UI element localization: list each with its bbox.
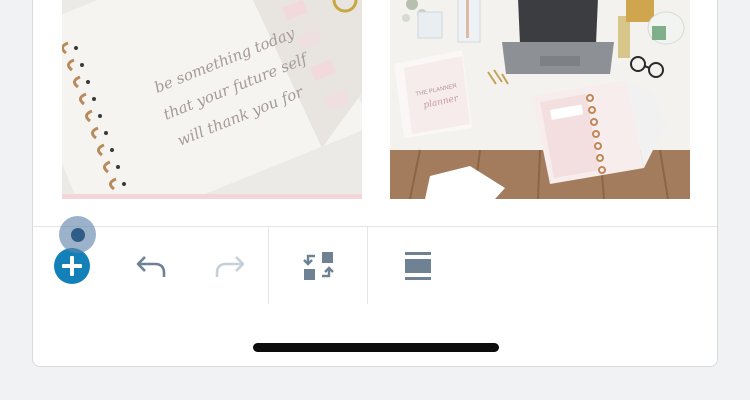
touch-point: [70, 227, 85, 242]
editor-screen: be something today that your future self…: [32, 0, 718, 367]
block-toolbar: [33, 226, 717, 306]
redo-button[interactable]: [207, 243, 253, 289]
transform-block-button[interactable]: [296, 243, 342, 289]
undo-button[interactable]: [128, 243, 174, 289]
block-settings-icon: [405, 252, 431, 280]
block-settings-button[interactable]: [395, 243, 441, 289]
plus-circle-icon: [54, 248, 90, 284]
touch-indicator: [59, 216, 96, 253]
home-indicator[interactable]: [253, 343, 499, 352]
gallery-block[interactable]: be something today that your future self…: [33, 0, 717, 227]
gallery-image-planner-notebook[interactable]: be something today that your future self…: [62, 0, 362, 199]
toolbar-divider: [268, 226, 269, 304]
toolbar-divider: [367, 226, 368, 304]
redo-icon: [215, 256, 245, 277]
transform-icon: [303, 252, 334, 280]
undo-icon: [136, 256, 166, 277]
gallery-image-desk-flatlay[interactable]: THE PLANNER planner: [390, 0, 690, 199]
